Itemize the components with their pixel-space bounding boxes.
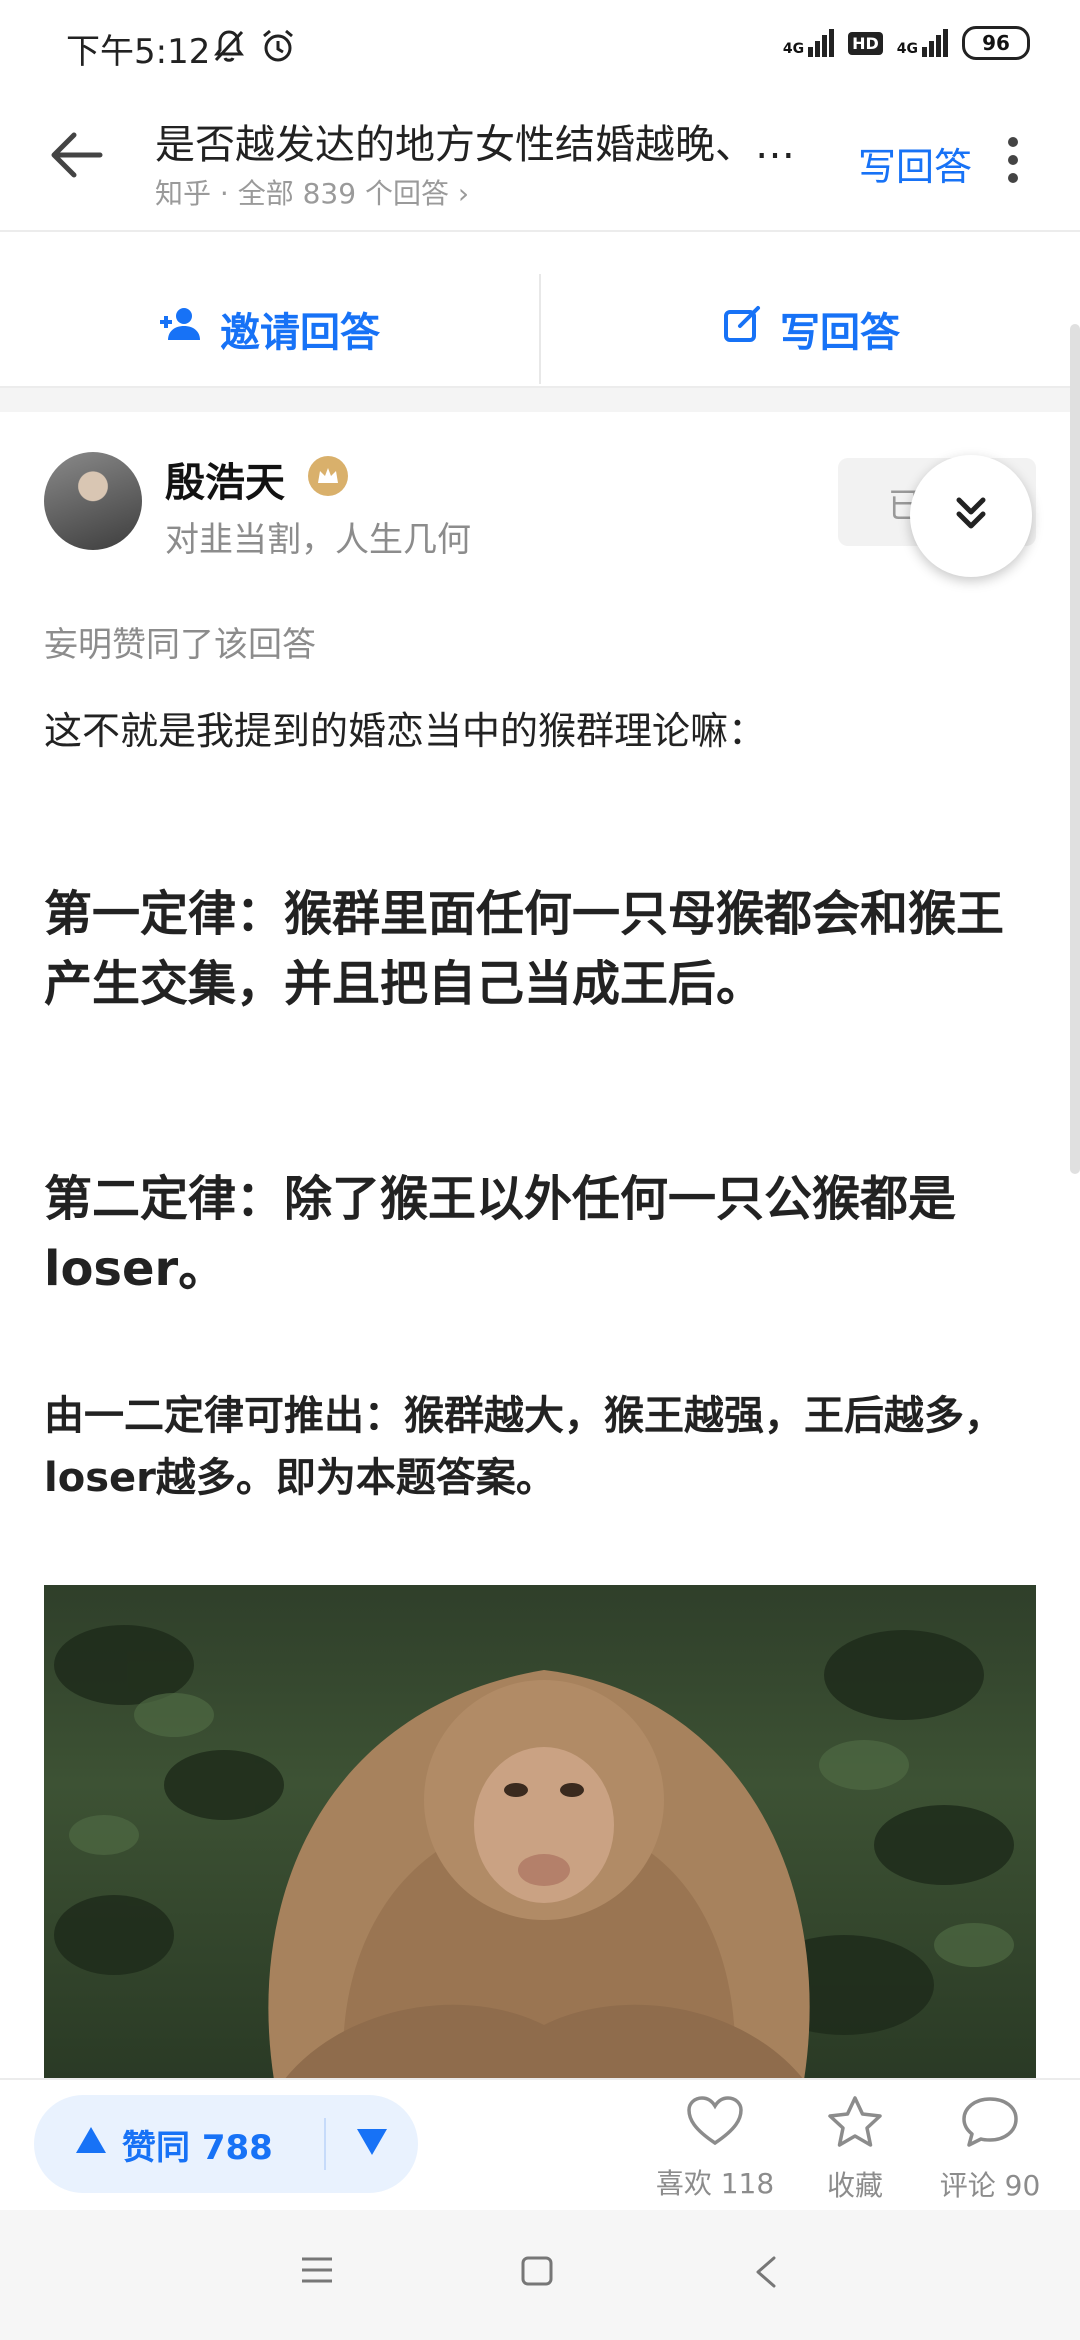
- alarm-clock-icon: [260, 28, 296, 68]
- answer-count-link[interactable]: 知乎 · 全部 839 个回答 ›: [155, 172, 469, 212]
- answer-law-1: 第一定律：猴群里面任何一只母猴都会和猴王产生交集，并且把自己当成王后。: [44, 886, 1005, 1012]
- invite-answer-label: 邀请回答: [220, 310, 380, 356]
- action-divider: [539, 274, 541, 384]
- liked-by-note: 妄明赞同了该回答: [44, 625, 316, 665]
- mute-bell-icon: [212, 28, 246, 68]
- status-time: 下午5:12: [66, 32, 211, 72]
- invite-answer-button[interactable]: 邀请回答: [158, 300, 380, 358]
- signal-icon-2: 4G: [897, 29, 948, 57]
- crown-badge-icon: [308, 456, 348, 496]
- author-bio: 对韭当割，人生几何: [165, 520, 471, 560]
- write-answer-header-button[interactable]: 写回答: [858, 136, 972, 191]
- like-label: 喜欢 118: [655, 2167, 775, 2200]
- favorite-button[interactable]: 收藏: [790, 2095, 920, 2204]
- scroll-down-button[interactable]: [910, 455, 1032, 577]
- scrollbar[interactable]: [1070, 324, 1080, 1174]
- answer-inference: 由一二定律可推出：猴群越大，猴王越强，王后越多，loser越多。即为本题答案。: [44, 1393, 1004, 1501]
- section-separator: [0, 388, 1080, 412]
- nav-back-icon[interactable]: [752, 2255, 782, 2293]
- edit-icon: [722, 304, 762, 354]
- double-chevron-down-icon: [953, 494, 989, 538]
- triangle-up-icon: [74, 2124, 108, 2164]
- network-type-label: 4G: [782, 41, 805, 57]
- hd-badge: HD: [848, 31, 883, 55]
- vote-pill: 赞同 788: [34, 2095, 418, 2193]
- write-answer-button[interactable]: 写回答: [722, 300, 900, 358]
- signal-icon: 4G: [782, 29, 835, 57]
- battery-icon: 96: [962, 26, 1030, 60]
- like-button[interactable]: 喜欢 118: [650, 2095, 780, 2202]
- home-icon[interactable]: [520, 2255, 554, 2291]
- triangle-down-icon: [355, 2127, 389, 2161]
- favorite-label: 收藏: [826, 2169, 883, 2202]
- question-title[interactable]: 是否越发达的地方女性结婚越晚、…: [155, 112, 845, 170]
- write-answer-label: 写回答: [780, 310, 900, 356]
- comment-bubble-icon: [961, 2095, 1019, 2156]
- author-name[interactable]: 殷浩天: [165, 450, 285, 508]
- comment-button[interactable]: 评论 90: [925, 2095, 1055, 2204]
- answer-law-2: 第二定律：除了猴王以外任何一只公猴都是loser。: [44, 1171, 957, 1297]
- recent-apps-icon[interactable]: [300, 2255, 334, 2289]
- add-person-icon: [158, 306, 202, 352]
- network-type-label-2: 4G: [896, 41, 918, 57]
- star-icon: [827, 2095, 883, 2156]
- heart-icon: [686, 2095, 744, 2154]
- battery-level: 96: [982, 31, 1010, 55]
- status-icons: 4G HD 4G 96: [783, 26, 1030, 60]
- answer-intro: 这不就是我提到的婚恋当中的猴群理论嘛：: [44, 709, 767, 753]
- upvote-label: 赞同 788: [122, 2127, 273, 2168]
- comment-label: 评论 90: [939, 2169, 1041, 2202]
- back-arrow-icon[interactable]: [48, 130, 104, 184]
- monkey-photo[interactable]: [44, 1585, 1036, 2080]
- more-options-icon[interactable]: [1006, 136, 1020, 188]
- author-avatar[interactable]: [44, 452, 142, 550]
- upvote-button[interactable]: 赞同 788: [34, 2120, 324, 2169]
- downvote-button[interactable]: [326, 2127, 418, 2161]
